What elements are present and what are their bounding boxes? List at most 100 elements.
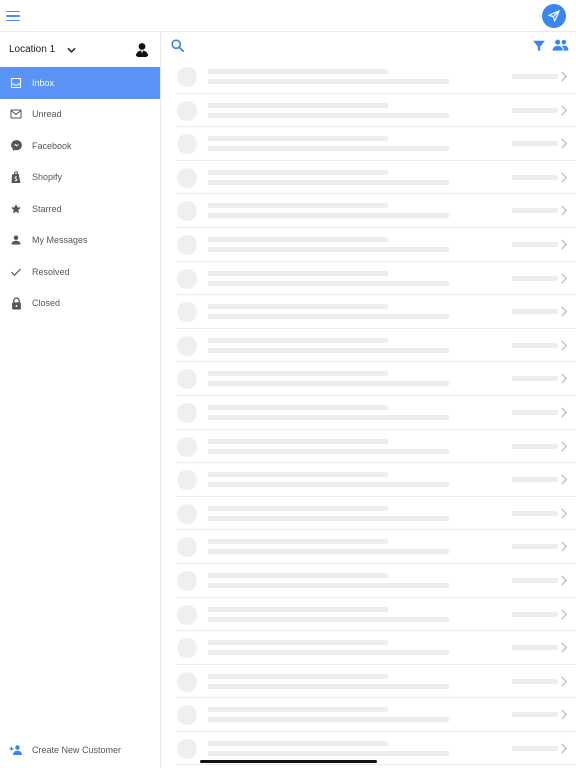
time-placeholder [512, 275, 558, 281]
chevron-right-icon [561, 575, 568, 586]
people-icon[interactable] [552, 38, 570, 54]
filter-icon[interactable] [532, 39, 546, 53]
list-item[interactable] [162, 329, 576, 363]
preview-placeholder [208, 582, 449, 588]
sidebar-item-label: Shopify [32, 172, 63, 183]
list-item[interactable] [162, 60, 576, 94]
search-icon[interactable] [170, 38, 186, 54]
list-item[interactable] [162, 228, 576, 262]
title-placeholder [208, 203, 388, 209]
location-label: Location 1 [9, 44, 56, 55]
time-placeholder [512, 577, 558, 583]
avatar-placeholder [177, 302, 197, 323]
chevron-right-icon [561, 340, 568, 351]
preview-placeholder [208, 717, 449, 723]
time-placeholder [512, 443, 558, 449]
conversation-panel [162, 32, 576, 768]
preview-placeholder [208, 683, 449, 689]
sidebar-item-label: Closed [32, 298, 61, 309]
list-item[interactable] [162, 295, 576, 329]
sidebar-item-label: Resolved [32, 266, 70, 277]
create-new-customer-button[interactable]: Create New Customer [0, 740, 160, 760]
list-item[interactable] [162, 665, 576, 699]
preview-placeholder [208, 381, 449, 387]
sidebar-item-closed[interactable]: Closed [0, 288, 160, 320]
chevron-right-icon [561, 508, 568, 519]
title-placeholder [208, 673, 388, 679]
title-placeholder [208, 572, 388, 578]
avatar-placeholder [177, 100, 197, 121]
sidebar-item-inbox[interactable]: Inbox [0, 67, 160, 99]
title-placeholder [208, 539, 388, 545]
avatar-placeholder [177, 234, 197, 255]
chevron-down-icon [67, 47, 76, 53]
star-icon [9, 202, 23, 216]
sidebar-item-starred[interactable]: Starred [0, 193, 160, 225]
time-placeholder [512, 745, 558, 751]
title-placeholder [208, 69, 388, 74]
avatar-placeholder [177, 201, 197, 222]
title-placeholder [208, 707, 388, 713]
avatar-placeholder [177, 436, 197, 457]
title-placeholder [208, 505, 388, 511]
shopify-bag-icon [9, 170, 23, 184]
list-item[interactable] [162, 161, 576, 195]
list-item[interactable] [162, 463, 576, 497]
title-placeholder [208, 337, 388, 343]
preview-placeholder [208, 750, 449, 756]
chevron-right-icon [561, 608, 568, 620]
title-placeholder [208, 102, 388, 108]
list-item[interactable] [162, 396, 576, 430]
avatar-placeholder [177, 335, 197, 356]
create-new-customer-label: Create New Customer [32, 745, 122, 755]
list-item[interactable] [162, 698, 576, 732]
preview-placeholder [208, 79, 449, 84]
list-item[interactable] [162, 497, 576, 531]
list-item[interactable] [162, 362, 576, 396]
title-placeholder [208, 136, 388, 142]
send-button[interactable] [542, 4, 566, 28]
list-item[interactable] [162, 194, 576, 228]
sidebar-item-unread[interactable]: Unread [0, 99, 160, 131]
list-item[interactable] [162, 530, 576, 564]
chevron-right-icon [561, 71, 568, 82]
hamburger-icon[interactable] [6, 8, 22, 24]
list-item[interactable] [162, 262, 576, 296]
chevron-right-icon [561, 541, 568, 552]
sidebar-item-my-messages[interactable]: My Messages [0, 225, 160, 257]
list-item[interactable] [162, 564, 576, 598]
inbox-icon [9, 76, 23, 90]
sidebar-item-resolved[interactable]: Resolved [0, 256, 160, 288]
list-item[interactable] [162, 631, 576, 665]
mail-icon [9, 107, 23, 121]
location-selector[interactable]: Location 1 [0, 32, 160, 67]
avatar-placeholder [177, 369, 197, 390]
chevron-right-icon [561, 676, 568, 687]
conversation-toolbar [162, 32, 576, 60]
preview-placeholder [208, 347, 449, 353]
title-placeholder [208, 236, 388, 242]
chevron-right-icon [561, 407, 568, 418]
person-icon [9, 233, 23, 247]
list-item[interactable] [162, 127, 576, 161]
avatar-placeholder [177, 671, 197, 692]
chevron-right-icon [561, 709, 568, 720]
list-item[interactable] [162, 94, 576, 128]
title-placeholder [208, 304, 388, 310]
add-person-icon [9, 743, 23, 757]
sidebar-item-label: Unread [32, 109, 62, 120]
avatar-placeholder [177, 503, 197, 524]
preview-placeholder [208, 549, 449, 555]
sidebar-item-facebook[interactable]: Facebook [0, 130, 160, 162]
messenger-icon [9, 139, 23, 153]
list-item[interactable] [162, 430, 576, 464]
time-placeholder [512, 712, 558, 718]
preview-placeholder [208, 179, 449, 185]
sidebar-item-shopify[interactable]: Shopify [0, 162, 160, 194]
list-item[interactable] [162, 598, 576, 632]
time-placeholder [512, 309, 558, 315]
preview-placeholder [208, 650, 449, 656]
avatar[interactable] [133, 40, 151, 58]
avatar-placeholder [177, 167, 197, 188]
sidebar-item-label: Starred [32, 203, 62, 214]
